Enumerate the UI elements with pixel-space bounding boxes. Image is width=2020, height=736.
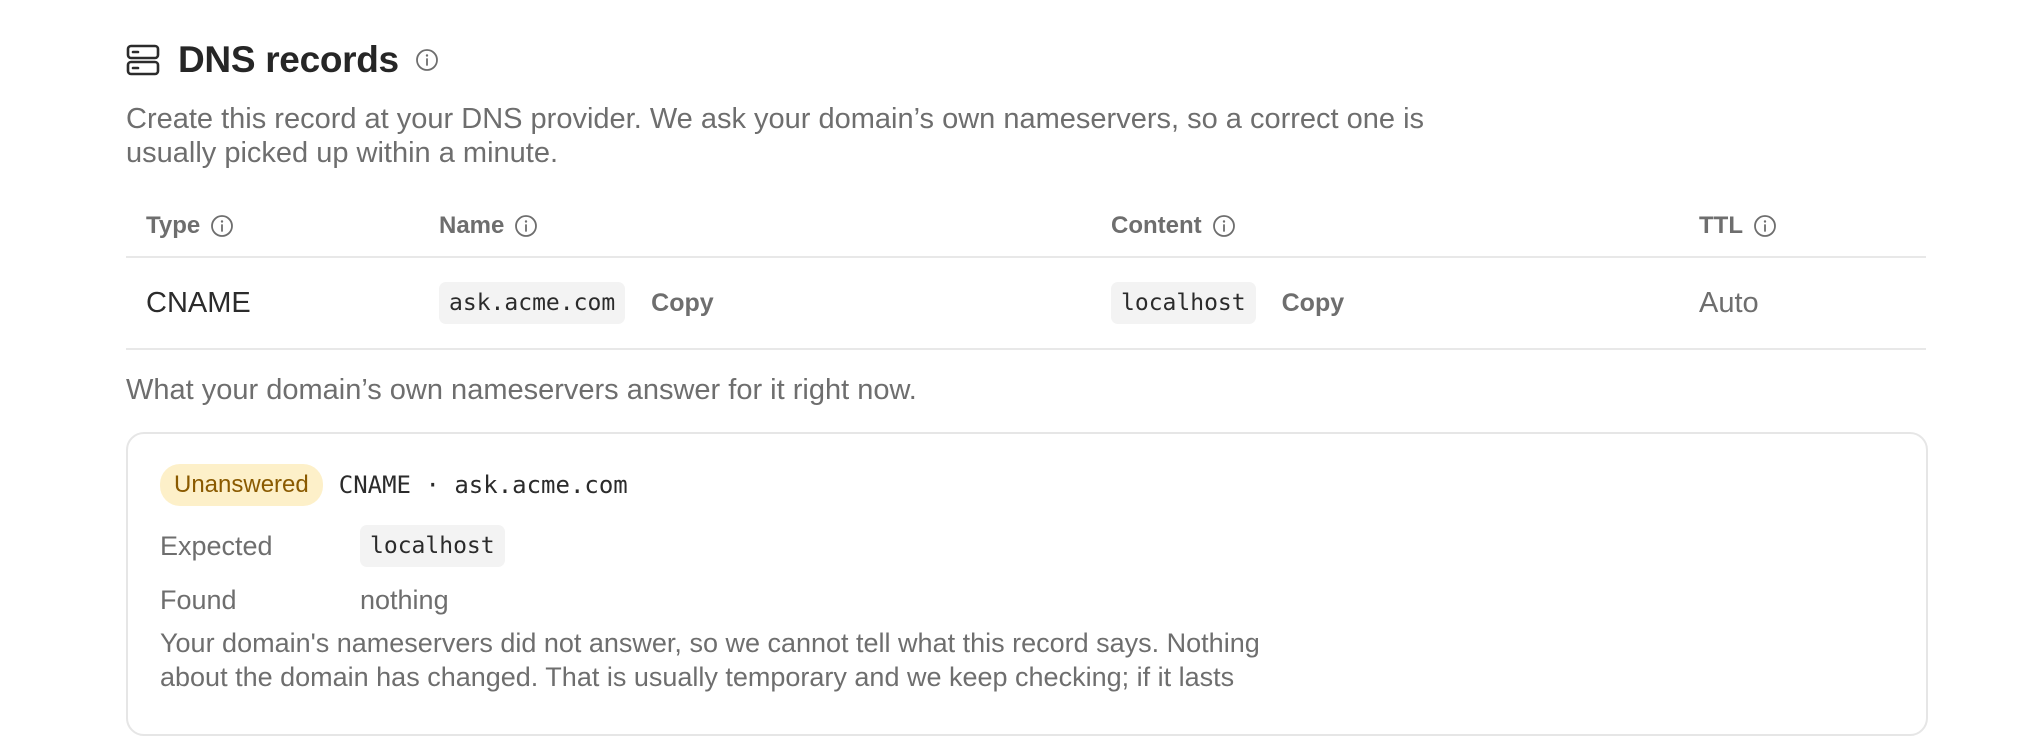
record-content: localhost [1111,282,1256,324]
page-title: DNS records [178,39,399,80]
expected-label: Expected [160,530,273,561]
column-label-type: Type [146,212,201,239]
status-card-header: Unanswered CNAME · ask.acme.com [160,464,628,506]
info-icon[interactable] [210,214,234,238]
status-subtitle: What your domain’s own nameservers answe… [126,374,917,406]
status-badge: Unanswered [160,464,323,506]
column-label-name: Name [439,212,505,239]
column-header-name: Name [439,212,538,240]
record-ttl: Auto [1699,286,1759,319]
column-label-ttl: TTL [1699,212,1743,239]
status-note: Your domain's nameservers did not answer… [160,628,1260,692]
column-header-ttl: TTL [1699,212,1777,240]
found-value: nothing [360,584,449,615]
column-header-content: Content [1111,212,1236,240]
table-header: Type Name Content TTL [126,200,1926,258]
found-label: Found [160,584,237,615]
copy-name-button[interactable]: Copy [651,289,714,318]
record-name: ask.acme.com [439,282,626,324]
table-row: CNAME ask.acme.com Copy localhost Copy A… [126,258,1926,350]
record-type: CNAME [146,286,251,319]
info-icon[interactable] [514,214,538,238]
lookup-status-card: Unanswered CNAME · ask.acme.com Expected… [126,432,1928,736]
record-content-cell: localhost Copy [1111,258,1344,348]
record-name-cell: ask.acme.com Copy [439,258,714,348]
info-icon[interactable] [1753,214,1777,238]
info-icon[interactable] [1212,214,1236,238]
expected-row: Expected localhost [160,524,505,568]
column-header-type: Type [146,212,234,240]
server-icon [126,44,160,76]
dns-records-table: Type Name Content TTL CNAME ask.acme.com… [126,200,1926,350]
copy-content-button[interactable]: Copy [1282,289,1345,318]
section-description: Create this record at your DNS provider.… [126,103,1425,169]
column-label-content: Content [1111,212,1202,239]
record-summary: CNAME · ask.acme.com [338,471,628,499]
expected-value: localhost [360,525,505,567]
found-row: Found nothing [160,578,449,622]
section-header: DNS records [126,38,439,82]
info-icon[interactable] [415,48,439,72]
